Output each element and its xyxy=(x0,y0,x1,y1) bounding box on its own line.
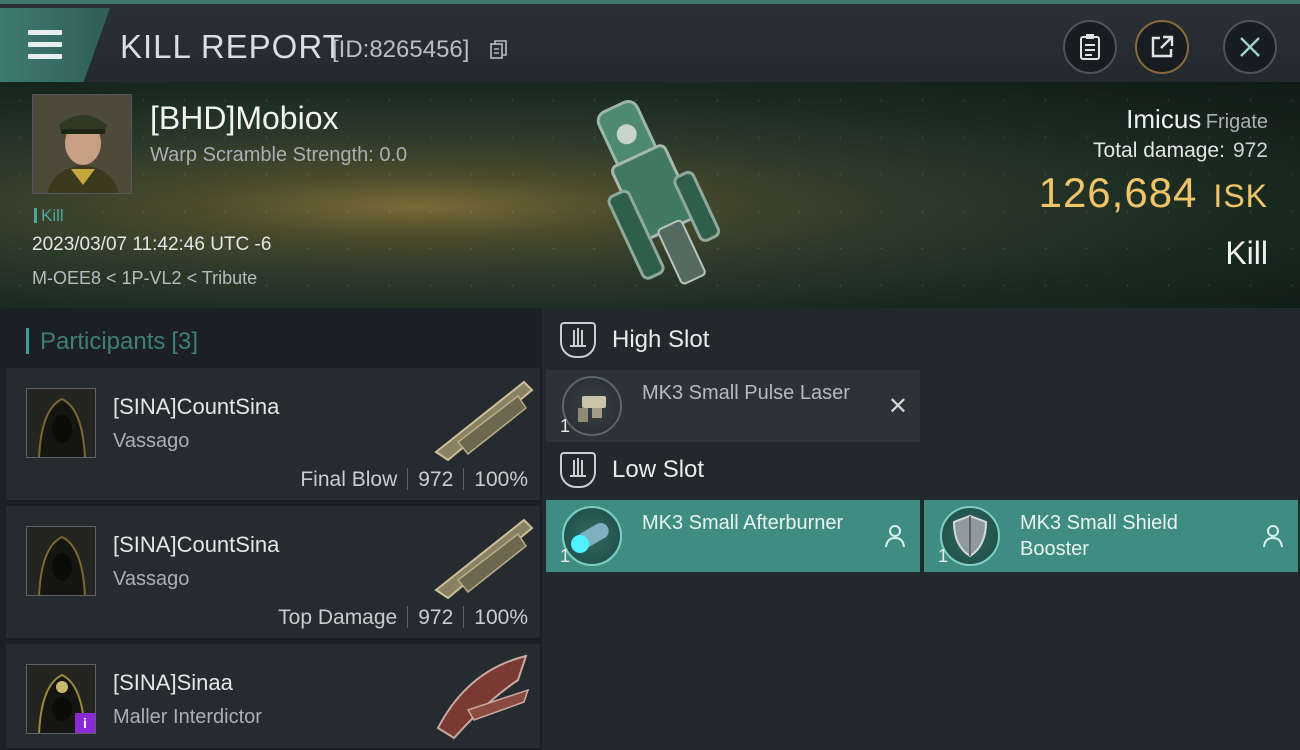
participant-damage: 972 xyxy=(418,606,454,629)
participant-percent: 100% xyxy=(474,606,528,629)
participant-percent: 100% xyxy=(474,468,528,491)
high-slot-icon xyxy=(560,322,596,358)
copy-icon[interactable] xyxy=(490,40,508,60)
hooded-pilot-icon xyxy=(27,389,95,457)
close-icon xyxy=(1240,37,1260,57)
high-slot-header: High Slot xyxy=(560,322,709,358)
participant-name[interactable]: [SINA]Sinaa xyxy=(113,670,233,696)
menu-icon-bar xyxy=(28,54,62,59)
warp-scramble-strength: Warp Scramble Strength: 0.0 xyxy=(150,144,408,166)
victim-ship-name[interactable]: Imicus xyxy=(1126,104,1201,134)
kill-datetime: 2023/03/07 11:42:46 UTC -6 xyxy=(32,234,272,255)
isk-value: 126,684 xyxy=(1038,169,1198,216)
participant-row[interactable]: i [SINA]Sinaa Maller Interdictor xyxy=(6,644,540,750)
high-slot-label: High Slot xyxy=(612,326,710,353)
module-name: MK3 Small Afterburner xyxy=(642,512,844,534)
participants-count: [3] xyxy=(171,328,199,355)
participant-name[interactable]: [SINA]CountSina xyxy=(113,394,279,420)
pilot-portrait-icon xyxy=(33,95,131,193)
participant-avatar[interactable] xyxy=(26,388,96,458)
participant-avatar[interactable] xyxy=(26,526,96,596)
module-quantity: 1 xyxy=(560,416,571,436)
participant-role: Top Damage xyxy=(278,606,398,629)
participant-row[interactable]: [SINA]CountSina Vassago Final Blow 972 100… xyxy=(6,368,540,502)
shield-booster-icon xyxy=(940,506,1000,566)
participant-row[interactable]: [SINA]CountSina Vassago Top Damage 972 100… xyxy=(6,506,540,640)
module-name: MK3 Small Shield Booster xyxy=(1020,512,1178,560)
victim-summary: Imicus Frigate Total damage: 972 126,684 I… xyxy=(1039,104,1268,272)
divider xyxy=(407,606,409,628)
menu-icon xyxy=(28,30,62,35)
participant-role: Final Blow xyxy=(300,468,398,491)
participant-ship: Vassago xyxy=(113,568,190,590)
participant-ship-icon xyxy=(436,654,530,740)
fitting-panel: High Slot 1 MK3 Small Pulse Laser ✕ Low … xyxy=(542,308,1300,750)
participant-ship-icon xyxy=(434,380,534,462)
participant-name[interactable]: [SINA]CountSina xyxy=(113,532,279,558)
pulse-laser-icon xyxy=(562,376,622,436)
participant-avatar[interactable]: i xyxy=(26,664,96,734)
participants-label: Participants xyxy=(40,328,166,355)
person-icon xyxy=(885,525,905,548)
victim-avatar[interactable] xyxy=(32,94,132,194)
hooded-pilot-icon xyxy=(27,527,95,595)
menu-icon-bar xyxy=(28,42,62,47)
afterburner-icon xyxy=(562,506,622,566)
total-damage-label: Total damage: xyxy=(1093,139,1225,162)
close-button[interactable] xyxy=(1223,20,1277,74)
module-name: MK3 Small Pulse Laser xyxy=(642,382,850,404)
clipboard-button[interactable] xyxy=(1063,20,1117,74)
total-damage-value: 972 xyxy=(1232,139,1268,162)
participants-panel: Participants [3] [SINA]CountSina Vassago … xyxy=(0,308,542,750)
module-quantity: 1 xyxy=(938,546,949,566)
report-id: [ID:8265456] xyxy=(332,36,470,63)
page-title: KILL REPORT xyxy=(120,28,344,65)
kill-result: Kill xyxy=(1225,235,1268,271)
module-item[interactable]: 1 MK3 Small Pulse Laser ✕ xyxy=(546,370,920,442)
person-icon xyxy=(1263,525,1283,548)
module-item[interactable]: 1 MK3 Small Shield Booster xyxy=(924,500,1298,572)
divider xyxy=(463,606,465,628)
participant-damage: 972 xyxy=(418,468,454,491)
participant-stats: Final Blow 972 100% xyxy=(300,468,528,492)
participant-ship-icon xyxy=(434,518,534,600)
divider xyxy=(463,468,465,490)
share-button[interactable] xyxy=(1135,20,1189,74)
module-quantity: 1 xyxy=(560,546,571,566)
participants-header: Participants [3] xyxy=(25,328,199,356)
menu-button[interactable] xyxy=(0,8,110,82)
clipboard-icon xyxy=(1080,34,1100,60)
victim-ship-class: Frigate xyxy=(1205,111,1268,133)
victim-panel: [BHD]Mobiox Warp Scramble Strength: 0.0 … xyxy=(0,82,1300,308)
module-item[interactable]: 1 MK3 Small Afterburner xyxy=(546,500,920,572)
kill-tag: Kill xyxy=(34,206,64,226)
top-bar: KILL REPORT [ID:8265456] xyxy=(0,0,1300,82)
victim-ship-icon xyxy=(596,100,721,285)
low-slot-header: Low Slot xyxy=(560,452,704,488)
divider xyxy=(407,468,409,490)
isk-unit: ISK xyxy=(1213,178,1268,214)
victim-name[interactable]: [BHD]Mobiox xyxy=(150,100,339,137)
interdictor-badge: i xyxy=(75,713,95,733)
participant-stats: Top Damage 972 100% xyxy=(278,606,528,630)
low-slot-label: Low Slot xyxy=(612,456,705,483)
share-icon xyxy=(1151,35,1174,58)
low-slot-icon xyxy=(560,452,596,488)
kill-location[interactable]: M-OEE8 < 1P-VL2 < Tribute xyxy=(32,268,257,289)
remove-icon: ✕ xyxy=(887,393,908,420)
participant-ship: Maller Interdictor xyxy=(113,706,262,728)
participant-ship: Vassago xyxy=(113,430,190,452)
